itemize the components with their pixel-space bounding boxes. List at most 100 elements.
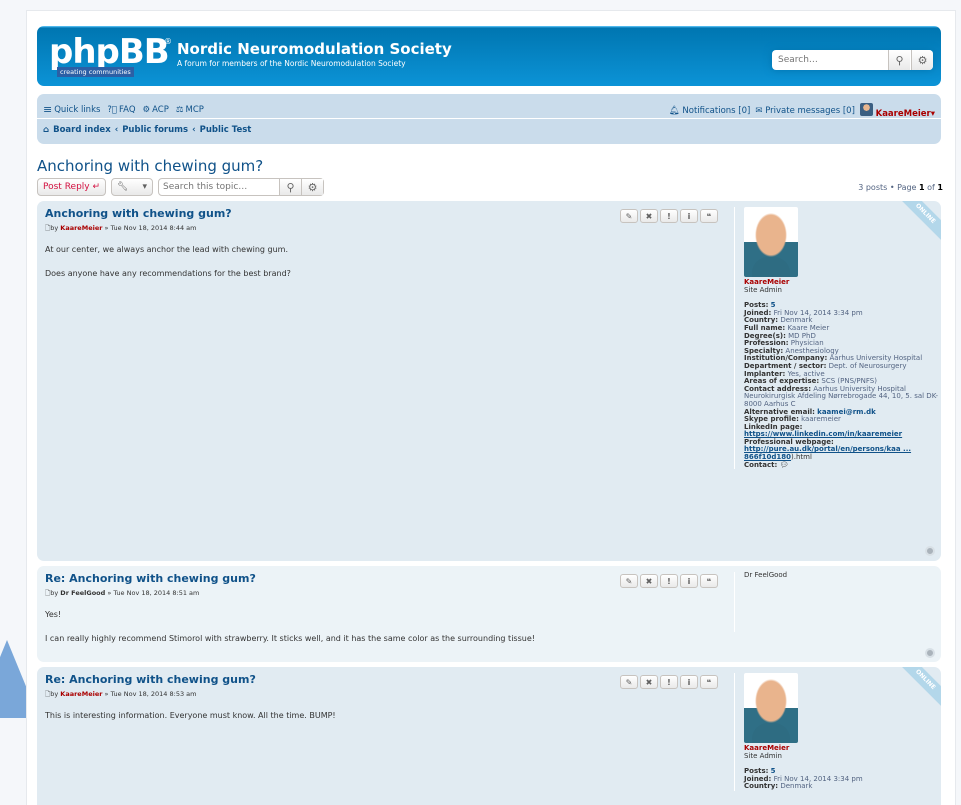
breadcrumb-separator: ‹ <box>192 125 196 135</box>
profile-username[interactable]: Dr FeelGood <box>744 571 939 580</box>
back-to-top-icon[interactable] <box>925 546 935 556</box>
wrench-icon: 🔧︎ <box>117 182 129 192</box>
delete-icon[interactable]: ✖ <box>640 574 658 588</box>
caret-down-icon: ▾ <box>142 182 148 192</box>
faq-label: FAQ <box>119 104 136 115</box>
search-icon[interactable]: ⚲ <box>888 50 910 70</box>
topic-title[interactable]: Anchoring with chewing gum? <box>37 157 263 175</box>
phpbb-logo[interactable]: phpBB ® creating communities <box>49 35 172 77</box>
topic-search-box: ⚲ ⚙ <box>158 178 325 196</box>
post-count: 3 posts <box>858 183 888 192</box>
quick-links-button[interactable]: ≡ Quick links <box>43 103 100 116</box>
report-icon[interactable]: ! <box>660 675 678 689</box>
post-paragraph: I can really highly recommend Stimorol w… <box>45 634 535 643</box>
notifications-label: Notifications [0] <box>682 106 751 116</box>
quick-links-label: Quick links <box>54 104 101 115</box>
chat-bubble-icon[interactable]: 💬︎ <box>780 461 789 469</box>
page-label: Page <box>897 183 917 192</box>
post-buttons: ✎ ✖ ! i ❝ <box>620 574 718 588</box>
report-icon[interactable]: ! <box>660 574 678 588</box>
delete-icon[interactable]: ✖ <box>640 675 658 689</box>
gear-icon[interactable]: ⚙ <box>301 179 324 195</box>
field-value: Denmark <box>780 782 813 791</box>
logo-tagline: creating communities <box>57 67 134 77</box>
of-label: of <box>927 183 935 192</box>
post-paragraph: Yes! <box>45 610 62 619</box>
post-date: » Tue Nov 18, 2014 8:44 am <box>104 224 197 232</box>
user-menu[interactable]: KaareMeier▾ <box>859 103 935 119</box>
site-description: A forum for members of the Nordic Neurom… <box>177 59 406 68</box>
nav-divider <box>37 118 941 119</box>
post-paragraph: This is interesting information. Everyon… <box>45 711 336 720</box>
field-label: Contact: <box>744 460 778 469</box>
delete-icon[interactable]: ✖ <box>640 209 658 223</box>
search-icon[interactable]: ⚲ <box>279 179 302 195</box>
post-reply-button[interactable]: Post Reply ↵ <box>37 178 107 196</box>
quote-icon[interactable]: ❝ <box>700 675 718 689</box>
post-author-line: 🗋︎by Dr FeelGood » Tue Nov 18, 2014 8:51… <box>45 589 723 600</box>
profile-field: LinkedIn page: https://www.linkedin.com/i… <box>744 423 939 439</box>
notifications-link[interactable]: 🔔︎ Notifications [0] <box>669 106 750 116</box>
envelope-icon: ✉ <box>755 106 763 116</box>
breadcrumb-board-index[interactable]: Board index <box>53 125 111 135</box>
post-buttons: ✎ ✖ ! i ❝ <box>620 675 718 689</box>
site-header: phpBB ® creating communities Nordic Neur… <box>37 26 941 86</box>
post-content: Yes! I can really highly recommend Stimo… <box>45 609 723 645</box>
by-label: by <box>50 690 59 698</box>
profile-field: Contact address: Aarhus University Hospi… <box>744 385 939 409</box>
quote-icon[interactable]: ❝ <box>700 574 718 588</box>
navbar: ≡ Quick links ?⃝ FAQ ⚙ ACP ⚖ MCP 🔔︎ Notifica… <box>37 94 941 144</box>
post-author[interactable]: KaareMeier <box>60 690 102 698</box>
header-search-input[interactable] <box>772 50 887 70</box>
quote-icon[interactable]: ❝ <box>700 209 718 223</box>
edit-icon[interactable]: ✎ <box>620 675 638 689</box>
pagination: 3 posts • Page 1 of 1 <box>858 183 943 192</box>
post-date: » Tue Nov 18, 2014 8:51 am <box>107 589 200 597</box>
acp-label: ACP <box>152 104 169 115</box>
info-icon[interactable]: i <box>680 675 698 689</box>
profile-field: Contact: 💬︎ <box>744 460 939 470</box>
gear-icon[interactable]: ⚙ <box>911 50 933 70</box>
post-reply-label: Post Reply <box>43 182 90 192</box>
post-content: At our center, we always anchor the lead… <box>45 244 723 280</box>
bell-icon: 🔔︎ <box>668 106 680 116</box>
edit-icon[interactable]: ✎ <box>620 574 638 588</box>
breadcrumb-separator: ‹ <box>114 125 119 135</box>
gavel-icon: ⚖ <box>175 104 184 115</box>
topic-tools-button[interactable]: 🔧︎ ▾ <box>111 178 154 196</box>
faq-link[interactable]: ?⃝ FAQ <box>107 105 135 115</box>
field-value: kaaremeier <box>801 415 841 424</box>
info-icon[interactable]: i <box>680 574 698 588</box>
post-profile: KaareMeier Site Admin Posts: 5 Joined: F… <box>734 673 939 791</box>
post-author[interactable]: KaareMeier <box>60 224 102 232</box>
user-nav: 🔔︎ Notifications [0] ✉ Private messages … <box>669 103 935 119</box>
header-search-box: ⚲ ⚙ <box>772 50 933 70</box>
post: Re: Anchoring with chewing gum? 🗋︎by Dr … <box>37 566 941 662</box>
field-value[interactable]: http://pure.au.dk/portal/en/persons/kaa … <box>744 445 911 461</box>
post-paragraph: Does anyone have any recommendations for… <box>45 269 291 278</box>
total-pages: 1 <box>937 183 943 192</box>
private-messages-link[interactable]: ✉ Private messages [0] <box>755 106 855 116</box>
acp-link[interactable]: ⚙ ACP <box>143 105 169 115</box>
info-icon[interactable]: i <box>680 209 698 223</box>
mcp-link[interactable]: ⚖ MCP <box>176 105 204 115</box>
breadcrumb-public-test[interactable]: Public Test <box>200 125 252 135</box>
menu-icon: ≡ <box>43 103 53 116</box>
post-author-line: 🗋︎by KaareMeier » Tue Nov 18, 2014 8:53 … <box>45 690 723 701</box>
by-label: by <box>50 589 59 597</box>
edit-icon[interactable]: ✎ <box>620 209 638 223</box>
registered-icon: ® <box>164 37 172 46</box>
post-buttons: ✎ ✖ ! i ❝ <box>620 209 718 223</box>
cog-icon: ⚙ <box>142 104 151 115</box>
back-to-top-icon[interactable] <box>925 648 935 658</box>
site-name: Nordic Neuromodulation Society <box>177 40 452 58</box>
current-page: 1 <box>919 183 925 192</box>
private-messages-label: Private messages [0] <box>765 106 855 116</box>
post-author[interactable]: Dr FeelGood <box>60 589 105 597</box>
action-bar: Post Reply ↵ 🔧︎ ▾ ⚲ ⚙ <box>37 178 325 196</box>
breadcrumb-public-forums[interactable]: Public forums <box>122 125 188 135</box>
by-label: by <box>50 224 59 232</box>
profile-field: Country: Denmark <box>744 783 939 791</box>
topic-search-input[interactable] <box>159 179 278 195</box>
report-icon[interactable]: ! <box>660 209 678 223</box>
